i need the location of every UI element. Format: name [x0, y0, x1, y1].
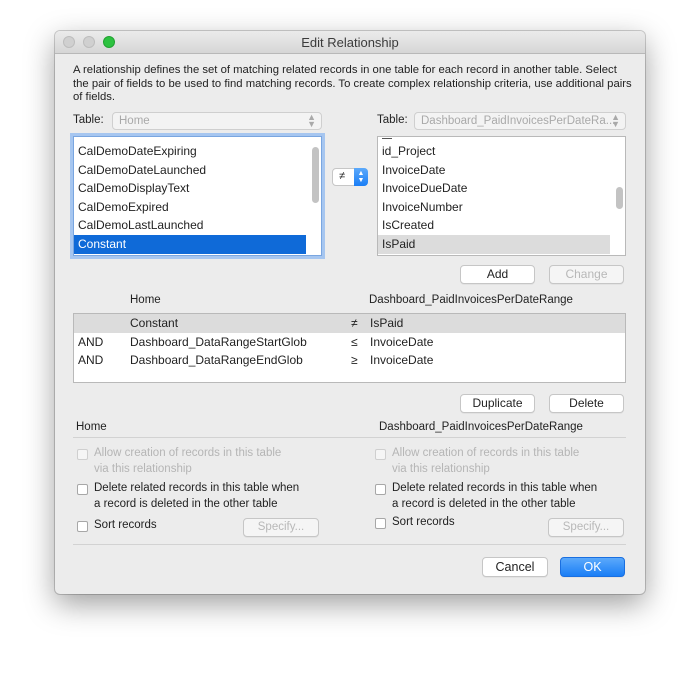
list-item[interactable]: CalDemoExpired	[74, 198, 314, 217]
right-field-list[interactable]: id_Project InvoiceDate InvoiceDueDate In…	[377, 136, 626, 256]
title-bar[interactable]: Edit Relationship	[55, 31, 645, 54]
list-item-selected[interactable]: IsPaid	[378, 235, 610, 254]
criteria-operator: ≤	[351, 334, 358, 349]
allow-creation-checkbox-left[interactable]	[77, 449, 88, 460]
specify-button-right[interactable]: Specify...	[548, 518, 624, 537]
left-list-scrollbar[interactable]	[312, 147, 319, 203]
list-item[interactable]: CalDemoDisplayText	[74, 179, 314, 198]
criteria-right-field: IsPaid	[370, 316, 404, 330]
criteria-conj: AND	[78, 334, 104, 349]
table-row[interactable]: AND Dashboard_DataRangeEndGlob ≥ Invoice…	[74, 351, 625, 370]
list-item[interactable]: InvoiceDate	[378, 161, 618, 180]
delete-related-label-left: Delete related records in this table whe…	[94, 482, 300, 510]
operator-symbol: ≠	[339, 170, 346, 182]
cancel-button[interactable]: Cancel	[482, 557, 548, 577]
window-title: Edit Relationship	[301, 35, 399, 50]
allow-creation-checkbox-right[interactable]	[375, 449, 386, 460]
criteria-header-left: Home	[130, 294, 161, 306]
list-item[interactable]: CalDemoLastLaunched	[74, 216, 314, 235]
criteria-header-right: Dashboard_PaidInvoicesPerDateRange	[369, 294, 573, 306]
left-table-popup-value: Home	[119, 115, 150, 127]
criteria-right-field: InvoiceDate	[370, 334, 434, 349]
criteria-conj: AND	[78, 353, 104, 367]
list-item[interactable]: CalDemoDateLaunched	[74, 161, 314, 180]
right-table-label: Table:	[377, 114, 408, 126]
list-item[interactable]: InvoiceDueDate	[378, 179, 618, 198]
delete-related-checkbox-right[interactable]	[375, 484, 386, 495]
divider	[73, 437, 626, 438]
operator-popup-button[interactable]: ≠ ▲ ▼	[332, 168, 368, 186]
criteria-left-field: Dashboard_DataRangeEndGlob	[130, 353, 303, 367]
delete-related-label-right: Delete related records in this table whe…	[392, 482, 598, 510]
right-table-popup-value: Dashboard_PaidInvoicesPerDateRa...	[421, 115, 616, 127]
criteria-operator: ≥	[351, 353, 358, 367]
duplicate-button[interactable]: Duplicate	[460, 394, 535, 413]
allow-creation-label-left: Allow creation of records in this table …	[94, 447, 282, 475]
criteria-left-field: Constant	[130, 316, 179, 330]
divider	[73, 544, 626, 545]
stepper-arrows-icon: ▲ ▼	[354, 168, 368, 186]
left-table-label: Table:	[73, 114, 104, 126]
add-button[interactable]: Add	[460, 265, 535, 284]
change-button[interactable]: Change	[549, 265, 624, 284]
list-item[interactable]: CalDemoDateExpiring	[74, 142, 314, 161]
options-heading-right: Dashboard_PaidInvoicesPerDateRange	[379, 421, 583, 433]
criteria-operator: ≠	[351, 316, 358, 330]
table-row[interactable]: Constant ≠ IsPaid	[74, 314, 625, 333]
popup-arrows-icon: ▲ ▼	[611, 112, 620, 129]
options-heading-left: Home	[76, 421, 107, 433]
table-row[interactable]: AND Dashboard_DataRangeStartGlob ≤ Invoi…	[74, 333, 625, 352]
right-table-popup[interactable]: Dashboard_PaidInvoicesPerDateRa... ▲ ▼	[414, 112, 626, 130]
delete-button[interactable]: Delete	[549, 394, 624, 413]
sort-records-label-right: Sort records	[392, 516, 455, 528]
popup-arrows-icon: ▲ ▼	[307, 112, 316, 129]
specify-button-left[interactable]: Specify...	[243, 518, 319, 537]
left-table-popup[interactable]: Home ▲ ▼	[112, 112, 322, 130]
sort-records-label-left: Sort records	[94, 519, 157, 531]
description-text: A relationship defines the set of matchi…	[73, 64, 632, 103]
right-list-scrollbar[interactable]	[616, 187, 623, 209]
partial-row-above	[382, 137, 392, 139]
ok-button[interactable]: OK	[560, 557, 625, 577]
edit-relationship-window: Edit Relationship A relationship defines…	[55, 31, 645, 594]
allow-creation-label-right: Allow creation of records in this table …	[392, 447, 580, 475]
list-item[interactable]: id_Project	[378, 142, 618, 161]
left-field-list[interactable]: CalDemoDateExpiring CalDemoDateLaunched …	[73, 136, 322, 256]
list-item-selected[interactable]: Constant	[74, 235, 306, 254]
criteria-left-field: Dashboard_DataRangeStartGlob	[130, 334, 307, 349]
criteria-right-field: InvoiceDate	[370, 353, 434, 367]
list-item[interactable]: InvoiceNumber	[378, 198, 618, 217]
sort-records-checkbox-left[interactable]	[77, 521, 88, 532]
delete-related-checkbox-left[interactable]	[77, 484, 88, 495]
criteria-table[interactable]: Constant ≠ IsPaid AND Dashboard_DataRang…	[73, 313, 626, 383]
list-item[interactable]: IsCreated	[378, 216, 618, 235]
sort-records-checkbox-right[interactable]	[375, 518, 386, 529]
